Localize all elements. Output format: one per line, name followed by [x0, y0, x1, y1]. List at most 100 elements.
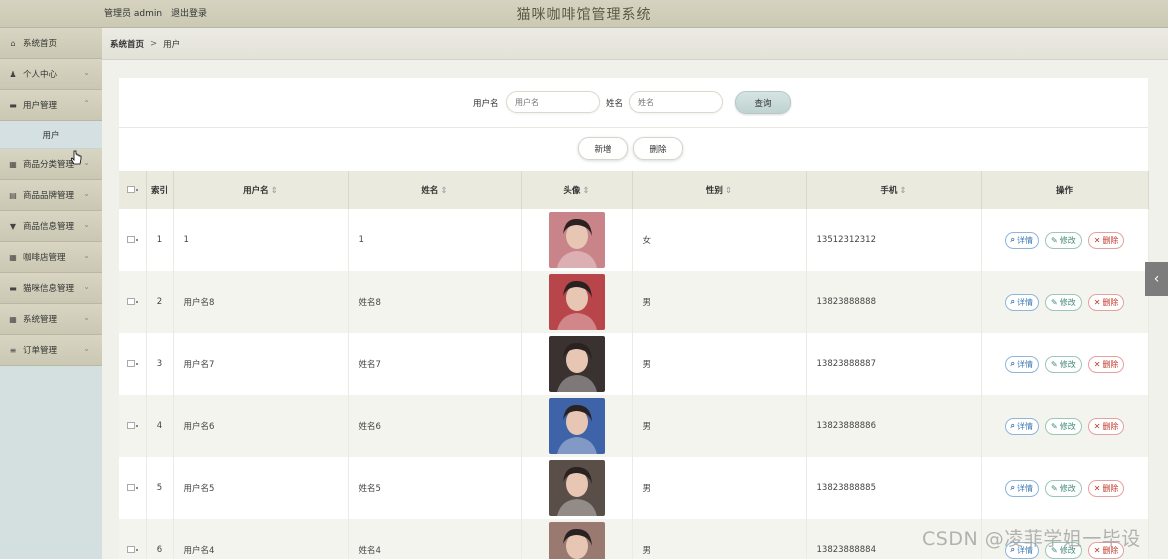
sidebar-item-cat[interactable]: ▬ 猫咪信息管理 ⌄ — [0, 273, 102, 304]
sidebar-item-user-management[interactable]: ▬ 用户管理 ⌃ — [0, 90, 102, 121]
detail-button[interactable]: ⌕ 详情 — [1004, 231, 1040, 249]
name-label: 姓名 — [606, 99, 624, 109]
sort-icon: ⇕ — [899, 186, 907, 196]
pencil-icon: ✎ — [1051, 359, 1058, 369]
cell-index: 4 — [146, 395, 174, 457]
column-header-username[interactable]: 用户名 ⇕ — [173, 171, 349, 209]
row-checkbox[interactable] — [119, 271, 147, 333]
column-header-avatar[interactable]: 头像 ⇕ — [521, 171, 633, 209]
query-button[interactable]: 查询 — [735, 91, 791, 114]
cell-phone: 13823888885 — [806, 457, 982, 519]
sort-icon: ⇕ — [270, 186, 278, 196]
detail-button[interactable]: ⌕ 详情 — [1004, 417, 1040, 435]
avatar — [548, 460, 605, 516]
edit-button[interactable]: ✎ 修改 — [1045, 231, 1082, 249]
search-icon: ⌕ — [1010, 483, 1016, 492]
chevron-down-icon: ⌄ — [83, 158, 90, 167]
delete-label: 删除 — [1102, 235, 1119, 245]
sidebar-item-orders[interactable]: ≡ 订单管理 ⌄ — [0, 335, 102, 366]
breadcrumb-home[interactable]: 系统首页 — [110, 38, 144, 50]
cell-name: 姓名5 — [348, 457, 522, 519]
settings-icon: ▦ — [9, 314, 17, 324]
cell-gender: 男 — [632, 519, 807, 559]
name-search-input[interactable] — [629, 91, 723, 113]
person-icon: ♟ — [9, 69, 17, 79]
action-bar: 新增 删除 — [119, 129, 1148, 171]
sidebar-item-category[interactable]: ▦ 商品分类管理 ⌄ — [0, 149, 102, 180]
sidebar: ⌂ 系统首页 ♟ 个人中心 ⌄ ▬ 用户管理 ⌃ 用户 ▦ 商品分类管理 ⌄ ▤… — [0, 28, 102, 559]
edit-button[interactable]: ✎ 修改 — [1045, 479, 1082, 497]
row-checkbox[interactable] — [119, 457, 147, 519]
sidebar-item-cafe[interactable]: ▦ 咖啡店管理 ⌄ — [0, 242, 102, 273]
sidebar-item-label: 咖啡店管理 — [23, 253, 66, 263]
edit-button[interactable]: ✎ 修改 — [1045, 355, 1082, 373]
edit-button[interactable]: ✎ 修改 — [1045, 293, 1082, 311]
username-search-input[interactable] — [506, 91, 600, 113]
sidebar-item-brand[interactable]: ▤ 商品品牌管理 ⌄ — [0, 180, 102, 211]
users-icon: ▬ — [9, 100, 17, 110]
column-header-name[interactable]: 姓名 ⇕ — [348, 171, 522, 209]
pencil-icon: ✎ — [1051, 483, 1058, 493]
row-checkbox[interactable] — [119, 519, 147, 559]
cell-name: 姓名4 — [348, 519, 522, 559]
close-icon: ✕ — [1093, 235, 1101, 245]
batch-delete-button[interactable]: 删除 — [633, 137, 683, 160]
detail-label: 详情 — [1017, 483, 1034, 493]
cell-username: 用户名6 — [173, 395, 349, 457]
detail-button[interactable]: ⌕ 详情 — [1004, 355, 1040, 373]
cell-username: 用户名4 — [173, 519, 349, 559]
cell-ops: ⌕ 详情 ✎ 修改 ✕ 删除 — [981, 457, 1149, 519]
table-row: 1 1 1 女 13512312312 ⌕ 详情 ✎ 修改 ✕ 删除 — [119, 209, 1149, 271]
chevron-down-icon: ⌄ — [83, 282, 90, 291]
sidebar-item-label: 猫咪信息管理 — [23, 284, 75, 294]
edit-label: 修改 — [1059, 421, 1076, 431]
sidebar-item-home[interactable]: ⌂ 系统首页 — [0, 28, 102, 59]
sidebar-item-label: 系统管理 — [23, 315, 58, 325]
avatar — [548, 274, 605, 330]
row-checkbox[interactable] — [119, 395, 147, 457]
detail-label: 详情 — [1017, 297, 1034, 307]
detail-button[interactable]: ⌕ 详情 — [1004, 293, 1040, 311]
delete-button[interactable]: ✕ 删除 — [1087, 293, 1125, 311]
sort-icon: ⇕ — [724, 186, 733, 196]
cell-name: 1 — [348, 209, 522, 271]
search-icon: ⌕ — [1010, 421, 1016, 430]
detail-button[interactable]: ⌕ 详情 — [1004, 479, 1040, 497]
row-checkbox[interactable] — [119, 209, 147, 271]
delete-button[interactable]: ✕ 删除 — [1087, 417, 1125, 435]
edit-label: 修改 — [1059, 483, 1076, 493]
cell-avatar — [521, 209, 633, 271]
column-header-phone[interactable]: 手机 ⇕ — [806, 171, 982, 209]
breadcrumb: 系统首页 > 用户 — [102, 28, 1168, 60]
row-checkbox[interactable] — [119, 333, 147, 395]
delete-button[interactable]: ✕ 删除 — [1087, 231, 1125, 249]
sort-icon: ⇕ — [582, 186, 590, 196]
edit-button[interactable]: ✎ 修改 — [1045, 417, 1082, 435]
chevron-down-icon: ⌄ — [83, 220, 90, 229]
sidebar-item-profile[interactable]: ♟ 个人中心 ⌄ — [0, 59, 102, 90]
sidebar-item-system[interactable]: ▦ 系统管理 ⌄ — [0, 304, 102, 335]
chevron-down-icon: ⌄ — [83, 189, 90, 198]
cell-index: 6 — [146, 519, 174, 559]
delete-button[interactable]: ✕ 删除 — [1087, 479, 1125, 497]
column-header-gender[interactable]: 性别 ⇕ — [632, 171, 807, 209]
mouse-cursor-icon — [71, 150, 82, 165]
delete-label: 删除 — [1102, 421, 1119, 431]
avatar — [548, 522, 605, 559]
cell-avatar — [521, 333, 633, 395]
pencil-icon: ✎ — [1051, 297, 1058, 307]
add-button[interactable]: 新增 — [578, 137, 628, 160]
delete-button[interactable]: ✕ 删除 — [1087, 355, 1125, 373]
detail-label: 详情 — [1017, 359, 1034, 369]
delete-label: 删除 — [1102, 359, 1119, 369]
edit-label: 修改 — [1059, 359, 1076, 369]
column-header-label: 用户名 — [243, 186, 269, 196]
sidebar-item-product[interactable]: ▼ 商品信息管理 ⌄ — [0, 211, 102, 242]
select-all-checkbox[interactable] — [119, 171, 147, 209]
sidebar-subitem-user[interactable]: 用户 — [0, 121, 102, 149]
list-icon: ≡ — [9, 345, 17, 355]
close-icon: ✕ — [1093, 297, 1101, 307]
username-label: 用户名 — [473, 99, 499, 109]
collapse-panel-button[interactable]: ‹ — [1145, 262, 1168, 296]
cell-username: 用户名5 — [173, 457, 349, 519]
